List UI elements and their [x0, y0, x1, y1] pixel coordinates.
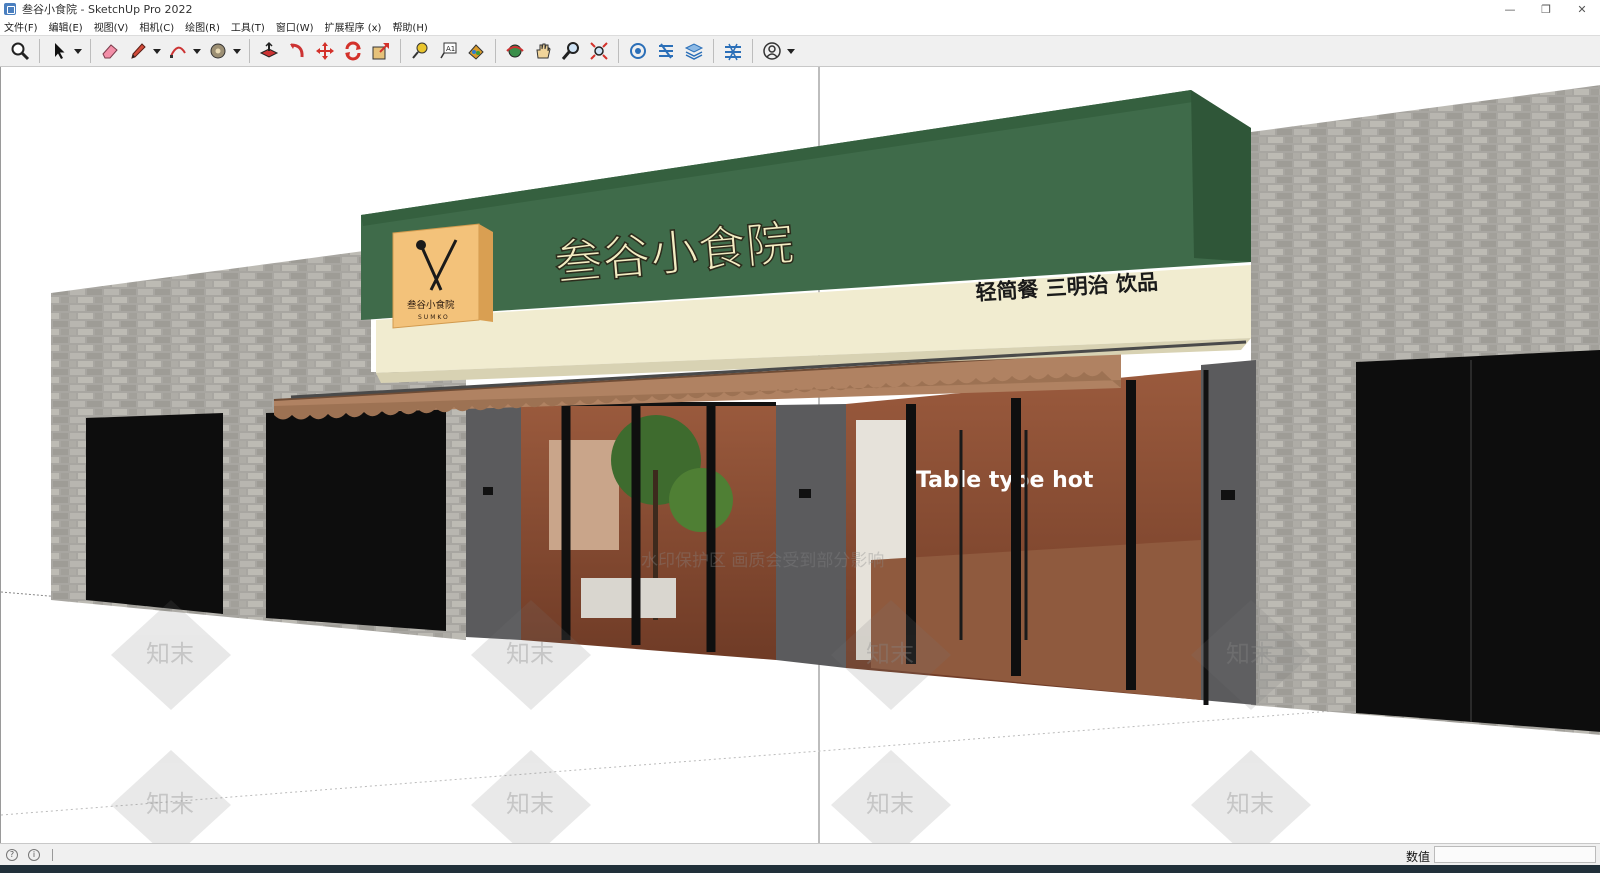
logo-text: 叁谷小食院	[407, 299, 455, 311]
menu-draw[interactable]: 绘图(R)	[185, 19, 220, 34]
arc-icon[interactable]	[165, 38, 191, 64]
watermark-notice: 水印保护区 画质会受到部分影响	[641, 551, 884, 571]
spoon-head-icon	[416, 240, 426, 250]
status-divider	[52, 848, 53, 861]
restore-button[interactable]: ❐	[1528, 0, 1564, 18]
watermark-brand: 知末	[1226, 640, 1274, 668]
pillar-left	[466, 402, 521, 640]
push-pull-icon[interactable]	[256, 38, 282, 64]
watermark-brand: 知末	[1226, 790, 1274, 818]
sketchup-app-icon	[4, 3, 16, 15]
measurements-input[interactable]	[1434, 846, 1596, 863]
zoom-icon[interactable]	[7, 38, 33, 64]
tape-measure-icon[interactable]	[407, 38, 433, 64]
toolbar-separator	[39, 39, 40, 63]
info-icon[interactable]: i	[28, 848, 40, 861]
sandbox-icon[interactable]	[720, 38, 746, 64]
menu-view[interactable]: 视图(V)	[94, 19, 129, 34]
geolocation-icon[interactable]: ?	[6, 848, 18, 861]
menu-window[interactable]: 窗口(W)	[276, 19, 314, 34]
watermark-brand: 知末	[866, 790, 914, 818]
interior-tree-canopy-2	[669, 468, 733, 532]
menu-bar: 文件(F) 编辑(E) 视图(V) 相机(C) 绘图(R) 工具(T) 窗口(W…	[0, 18, 1600, 35]
orbit-icon[interactable]	[502, 38, 528, 64]
paint-bucket-icon[interactable]	[205, 38, 231, 64]
pillar-center	[776, 404, 846, 668]
user-icon[interactable]	[759, 38, 785, 64]
logo-block-side	[479, 224, 493, 322]
wall-light-center	[799, 489, 811, 498]
left-dark-door	[266, 409, 446, 631]
wall-light-left	[483, 487, 493, 495]
toolbar-separator	[400, 39, 401, 63]
title-bar: 叁谷小食院 - SketchUp Pro 2022 — ❐ ✕	[0, 0, 1600, 18]
watermark-brand: 知末	[866, 640, 914, 668]
svg-text:A1: A1	[446, 45, 455, 53]
left-dark-window	[86, 413, 223, 614]
text-icon[interactable]: A1	[435, 38, 461, 64]
toolbar-separator	[713, 39, 714, 63]
watermark-brand: 知末	[506, 790, 554, 818]
pencil-icon[interactable]	[125, 38, 151, 64]
extension-icon[interactable]	[653, 38, 679, 64]
eraser-icon[interactable]	[97, 38, 123, 64]
toolbar-separator	[90, 39, 91, 63]
menu-camera[interactable]: 相机(C)	[139, 19, 174, 34]
sign-side-face	[1191, 90, 1251, 262]
interior-planter	[581, 578, 676, 618]
interior-counter	[549, 440, 619, 550]
os-taskbar-strip	[0, 865, 1600, 873]
scale-icon[interactable]	[368, 38, 394, 64]
watermark-brand: 知末	[146, 640, 194, 668]
move-icon[interactable]	[312, 38, 338, 64]
window-controls: — ❐ ✕	[1492, 0, 1600, 18]
window-decal-text: Table type hot	[916, 468, 1094, 493]
measurements-label: 数值	[1405, 850, 1430, 864]
shapes-dropdown-icon[interactable]	[232, 38, 242, 64]
right-dark-opening	[1356, 350, 1600, 732]
user-dropdown-icon[interactable]	[786, 38, 796, 64]
menu-file[interactable]: 文件(F)	[4, 19, 38, 34]
logo-subtext: SUMKO	[418, 314, 450, 321]
model-viewport[interactable]: Table type hot 叁谷小食院 轻简餐 三明治 饮品 叁谷小食院 SU…	[0, 67, 1600, 843]
toolbar-separator	[495, 39, 496, 63]
minimize-button[interactable]: —	[1492, 0, 1528, 18]
menu-help[interactable]: 帮助(H)	[392, 19, 427, 34]
storefront-model: Table type hot 叁谷小食院 轻简餐 三明治 饮品 叁谷小食院 SU…	[1, 67, 1600, 843]
pencil-dropdown-icon[interactable]	[152, 38, 162, 64]
menu-extensions[interactable]: 扩展程序 (x)	[325, 19, 382, 34]
zoom-extents-icon[interactable]	[586, 38, 612, 64]
watermark-brand: 知末	[146, 790, 194, 818]
menu-tools[interactable]: 工具(T)	[231, 19, 265, 34]
watermark-brand: 知末	[506, 640, 554, 668]
status-bar: ? i 数值	[0, 843, 1600, 865]
main-toolbar: A1	[0, 35, 1600, 67]
window-title: 叁谷小食院 - SketchUp Pro 2022	[22, 3, 193, 16]
arc-dropdown-icon[interactable]	[192, 38, 202, 64]
close-button[interactable]: ✕	[1564, 0, 1600, 18]
toolbar-separator	[249, 39, 250, 63]
warehouse-icon[interactable]	[625, 38, 651, 64]
select-arrow-icon[interactable]	[46, 38, 72, 64]
menu-edit[interactable]: 编辑(E)	[49, 19, 83, 34]
select-dropdown-icon[interactable]	[73, 38, 83, 64]
zoom-glass-icon[interactable]	[558, 38, 584, 64]
pan-icon[interactable]	[530, 38, 556, 64]
rotate-icon[interactable]	[340, 38, 366, 64]
paint-icon[interactable]	[463, 38, 489, 64]
toolbar-separator	[752, 39, 753, 63]
layers-icon[interactable]	[681, 38, 707, 64]
toolbar-separator	[618, 39, 619, 63]
follow-me-icon[interactable]	[284, 38, 310, 64]
wall-light-right	[1221, 490, 1235, 500]
